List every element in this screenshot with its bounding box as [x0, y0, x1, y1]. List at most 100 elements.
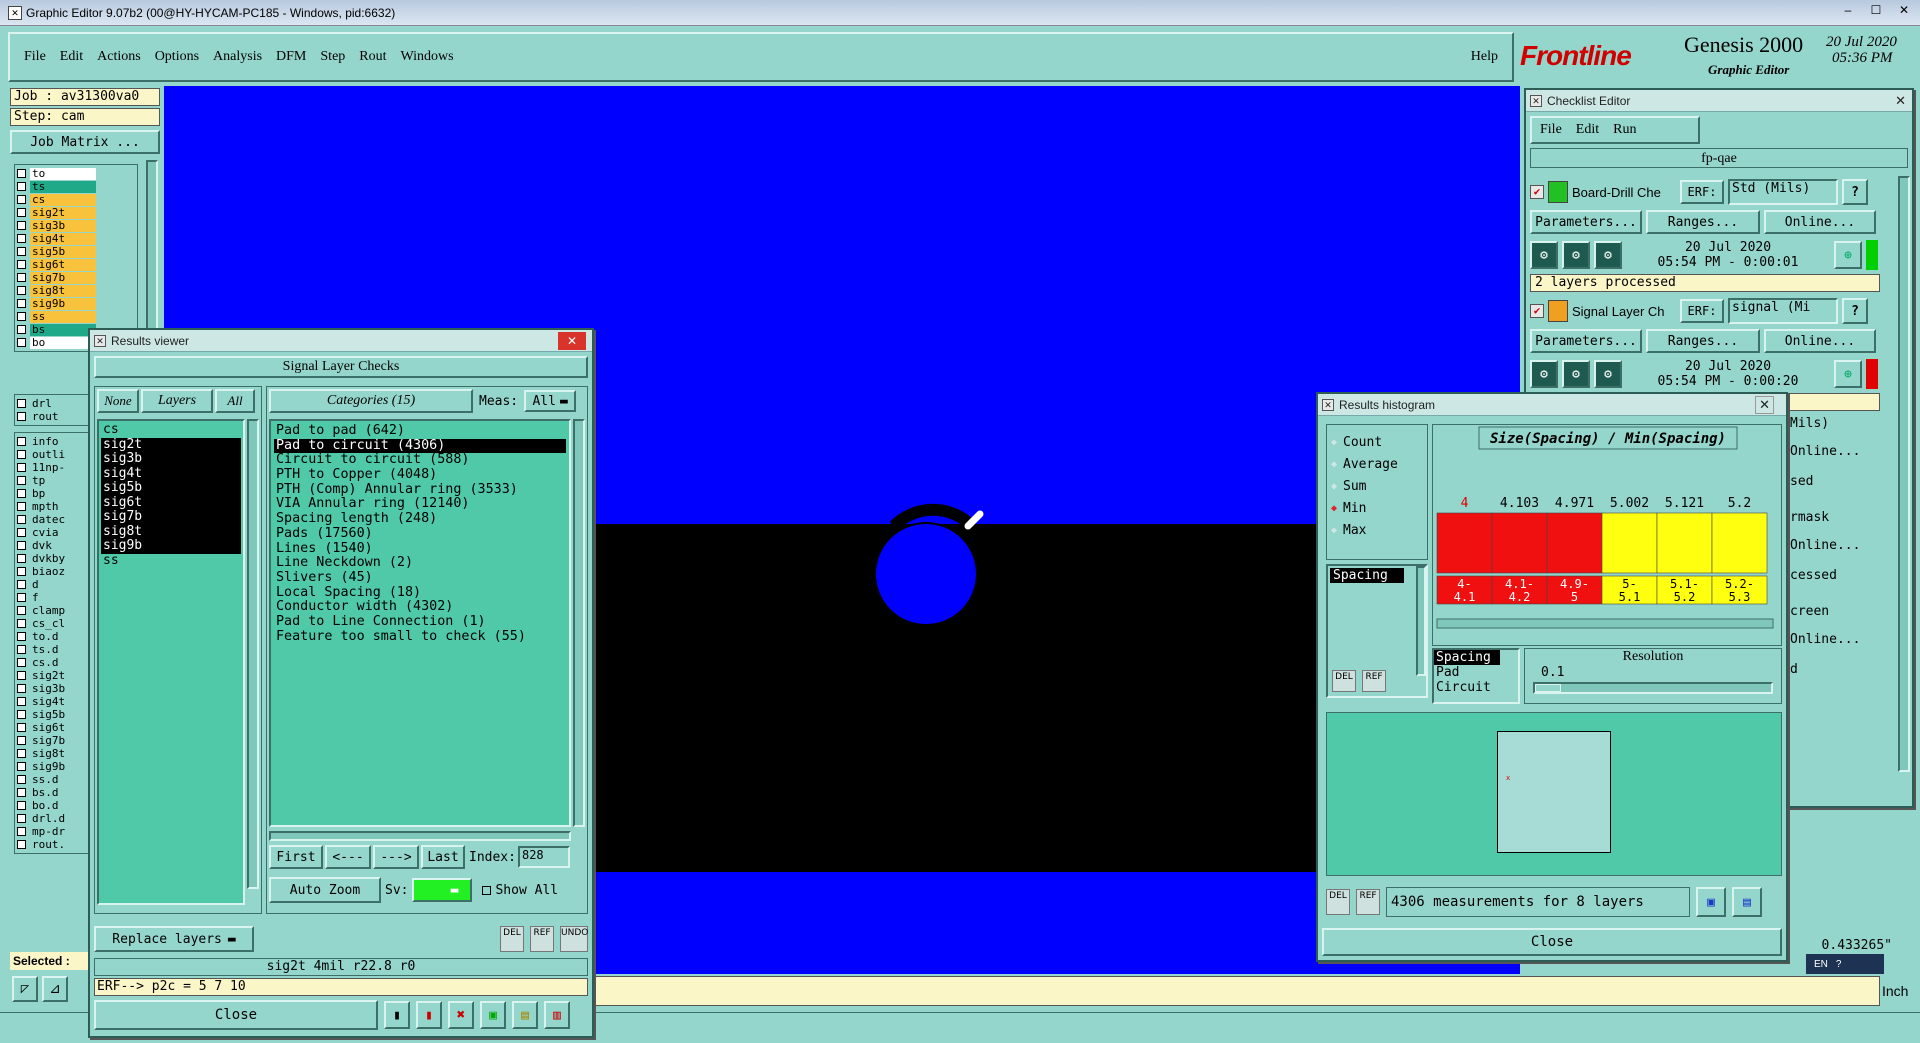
layer-checkbox[interactable]	[17, 399, 26, 408]
layer-checkbox[interactable]	[17, 221, 26, 230]
type-item-pad[interactable]: Pad	[1434, 665, 1518, 680]
item-enabled-check-icon[interactable]: ✔	[1530, 185, 1544, 199]
layer-checkbox[interactable]	[17, 645, 26, 654]
menu-actions[interactable]: Actions	[97, 49, 141, 65]
category-item[interactable]: Line Neckdown (2)	[274, 555, 566, 571]
viewer-ref-button[interactable]: REF	[530, 926, 554, 952]
type-item-spacing[interactable]: Spacing	[1434, 650, 1500, 665]
layer-name[interactable]: drl	[30, 397, 96, 410]
footer-ref-button[interactable]: REF	[1356, 889, 1380, 915]
mode-option[interactable]: ◆ Min	[1331, 497, 1423, 519]
sv-color-dropdown[interactable]: ▬	[412, 878, 473, 902]
layer-checkbox[interactable]	[17, 515, 26, 524]
layer-checkbox[interactable]	[17, 476, 26, 485]
menu-file[interactable]: File	[24, 49, 46, 65]
menu-edit[interactable]: Edit	[60, 49, 83, 65]
run-all-icon[interactable]: ⚙	[1594, 241, 1622, 269]
layer-checkbox[interactable]	[17, 762, 26, 771]
layer-checkbox[interactable]	[17, 775, 26, 784]
chart-layout-icon[interactable]: ▤	[1732, 887, 1762, 917]
layer-name[interactable]: sig5b	[30, 245, 96, 258]
layer-checkbox[interactable]	[17, 736, 26, 745]
item-name[interactable]: Signal Layer Ch	[1572, 304, 1676, 319]
layer-row-sig7b[interactable]: sig7b	[17, 271, 135, 284]
layer-checkbox[interactable]	[17, 286, 26, 295]
histogram-del-button[interactable]: DEL	[1332, 670, 1356, 692]
erf-button[interactable]: ERF:	[1680, 180, 1724, 204]
layer-name[interactable]: ts.d	[30, 643, 96, 656]
categories-button[interactable]: Categories (15)	[269, 389, 473, 413]
layer-checkbox[interactable]	[17, 247, 26, 256]
category-item[interactable]: Pad to Line Connection (1)	[274, 614, 566, 630]
layer-checkbox[interactable]	[17, 606, 26, 615]
layer-name[interactable]: sig7b	[30, 734, 96, 747]
select-tool-icon[interactable]: ◸	[12, 976, 38, 1002]
layer-checkbox[interactable]	[17, 260, 26, 269]
layer-checkbox[interactable]	[17, 502, 26, 511]
page-icon[interactable]: ▣	[480, 1001, 506, 1029]
auto-zoom-button[interactable]: Auto Zoom	[269, 877, 381, 903]
type-item-circuit[interactable]: Circuit	[1434, 680, 1518, 695]
layer-name[interactable]: 11np-	[30, 461, 96, 474]
viewer-layer-item[interactable]: sig8t	[101, 524, 241, 539]
layer-checkbox[interactable]	[17, 437, 26, 446]
histogram-list-item[interactable]: Spacing	[1330, 568, 1404, 583]
meas-dropdown[interactable]: All ▬	[524, 390, 577, 412]
run-selected-icon[interactable]: ⚙	[1562, 241, 1590, 269]
layer-name[interactable]: cs.d	[30, 656, 96, 669]
layer-name[interactable]: sig5b	[30, 708, 96, 721]
layer-row-sig8t[interactable]: sig8t	[17, 284, 135, 297]
layer-name[interactable]: ts	[30, 180, 96, 193]
category-item[interactable]: Slivers (45)	[274, 570, 566, 586]
layer-row-cs[interactable]: cs	[17, 193, 135, 206]
layer-name[interactable]: ss.d	[30, 773, 96, 786]
menu-rout[interactable]: Rout	[359, 49, 386, 65]
help-icon[interactable]: ?	[1842, 179, 1868, 205]
layer-name[interactable]: sig2t	[30, 669, 96, 682]
chart-export-icon[interactable]: ▣	[1696, 887, 1726, 917]
viewer-layer-item[interactable]: sig6t	[101, 495, 241, 510]
show-all-checkbox[interactable]	[482, 885, 492, 895]
menu-analysis[interactable]: Analysis	[213, 49, 262, 65]
layer-name[interactable]: sig9b	[30, 760, 96, 773]
layer-name[interactable]: sig3b	[30, 219, 96, 232]
viewer-layer-item[interactable]: ss	[101, 553, 241, 569]
viewer-layer-item[interactable]: cs	[101, 423, 241, 438]
layer-name[interactable]: datec	[30, 513, 96, 526]
mode-option[interactable]: ◆ Average	[1331, 453, 1423, 475]
viewer-layer-item[interactable]: sig9b	[101, 539, 241, 554]
layer-checkbox[interactable]	[17, 182, 26, 191]
layer-checkbox[interactable]	[17, 541, 26, 550]
layer-checkbox[interactable]	[17, 528, 26, 537]
layer-checkbox[interactable]	[17, 593, 26, 602]
layer-name[interactable]: sig6t	[30, 721, 96, 734]
category-scrollbar[interactable]	[573, 419, 585, 827]
help-icon[interactable]: ?	[1836, 959, 1842, 970]
erf-value[interactable]: Std (Mils)	[1728, 179, 1838, 205]
layer-row-ts[interactable]: ts	[17, 180, 135, 193]
layer-name[interactable]: sig8t	[30, 747, 96, 760]
checklist-menu-file[interactable]: File	[1540, 122, 1562, 138]
delete-results-icon[interactable]: ✖	[448, 1001, 474, 1029]
category-item[interactable]: Spacing length (248)	[274, 511, 566, 527]
layer-name[interactable]: dvk	[30, 539, 96, 552]
layer-name[interactable]: to	[30, 167, 96, 180]
viewer-undo-button[interactable]: UNDO	[560, 926, 588, 952]
first-button[interactable]: First	[269, 845, 323, 869]
viewer-layer-item[interactable]: sig4t	[101, 466, 241, 481]
footer-del-button[interactable]: DEL	[1326, 889, 1350, 915]
layer-name[interactable]: sig9b	[30, 297, 96, 310]
viewer-layer-item[interactable]: sig2t	[101, 437, 241, 452]
viewer-close-button[interactable]: Close	[94, 1000, 378, 1030]
layer-checkbox[interactable]	[17, 749, 26, 758]
layer-checkbox[interactable]	[17, 208, 26, 217]
mode-option[interactable]: ◆ Sum	[1331, 475, 1423, 497]
run-all-icon[interactable]: ⚙	[1594, 360, 1622, 388]
layer-name[interactable]: sig3b	[30, 682, 96, 695]
layer-row-sig9b[interactable]: sig9b	[17, 297, 135, 310]
mode-option[interactable]: ◆ Count	[1331, 431, 1423, 453]
category-item[interactable]: Conductor width (4302)	[274, 600, 566, 615]
layer-row-to[interactable]: to	[17, 167, 135, 180]
layer-checkbox[interactable]	[17, 671, 26, 680]
category-item[interactable]: Circuit to circuit (588)	[274, 453, 566, 468]
